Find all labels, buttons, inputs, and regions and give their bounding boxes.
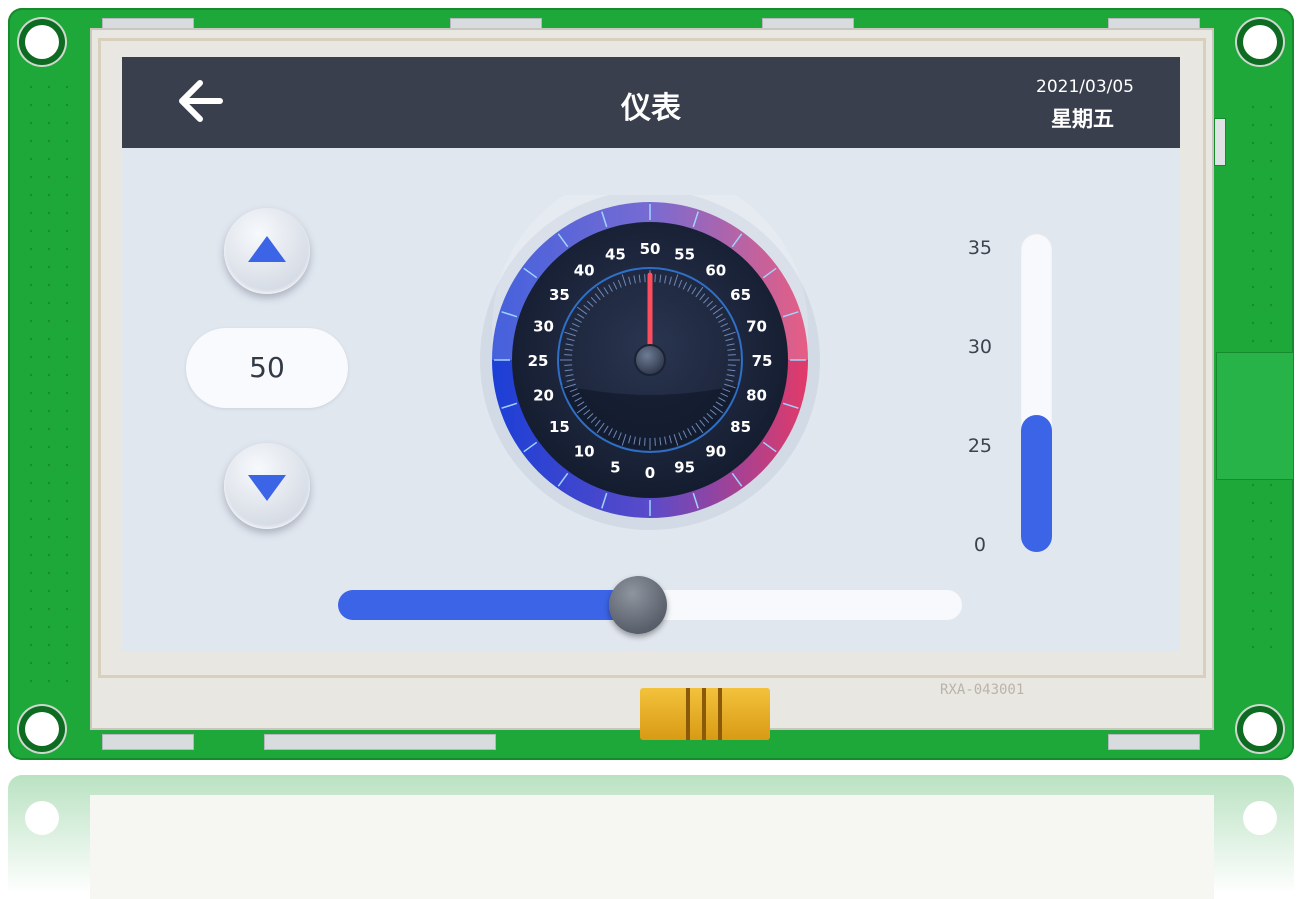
weekday-label: 星期五 bbox=[1051, 107, 1114, 131]
gauge-tick-label: 10 bbox=[574, 443, 595, 461]
silkscreen-label: RXA-043001 bbox=[940, 682, 1025, 698]
gauge-tick-label: 50 bbox=[640, 240, 661, 258]
gauge-tick-label: 35 bbox=[549, 286, 570, 304]
gauge-minor-tick bbox=[564, 364, 573, 366]
tank-scale-label: 35 bbox=[967, 237, 992, 259]
gauge-minor-tick bbox=[654, 437, 656, 446]
edge-connector bbox=[102, 734, 194, 750]
level-bar-fill bbox=[1021, 415, 1052, 552]
gauge-tick-label: 70 bbox=[746, 317, 767, 335]
pcb-vias bbox=[22, 78, 82, 698]
reflection-hole bbox=[25, 801, 59, 835]
level-bar bbox=[1021, 234, 1052, 552]
gauge-tick-label: 90 bbox=[705, 443, 726, 461]
gauge-tick-label: 20 bbox=[533, 387, 554, 405]
slider-knob[interactable] bbox=[609, 576, 667, 634]
side-connector bbox=[1214, 118, 1226, 166]
page-title: 仪表 bbox=[621, 91, 681, 126]
gauge-tick-label: 5 bbox=[610, 459, 620, 477]
gauge-tick-label: 95 bbox=[674, 459, 695, 477]
value-display: 50 bbox=[186, 328, 348, 408]
reflection-frame bbox=[90, 795, 1214, 899]
gauge-minor-tick bbox=[644, 437, 646, 446]
gauge-minor-tick bbox=[727, 364, 736, 366]
gauge-tick-label: 75 bbox=[752, 352, 773, 370]
mount-hole-bottom-left bbox=[25, 712, 59, 746]
triangle-down-icon bbox=[248, 475, 286, 501]
gauge-tick-label: 55 bbox=[674, 246, 695, 264]
gauge-tick-label: 25 bbox=[528, 352, 549, 370]
decrease-button[interactable] bbox=[224, 443, 310, 529]
gauge-tick-label: 40 bbox=[574, 261, 595, 279]
side-connector bbox=[1216, 352, 1294, 480]
mount-hole-top-right bbox=[1243, 25, 1277, 59]
slider-fill bbox=[338, 590, 638, 620]
mount-hole-bottom-right bbox=[1243, 712, 1277, 746]
gauge-tick-label: 60 bbox=[705, 261, 726, 279]
gauge-minor-tick bbox=[564, 354, 573, 356]
header-bar: 仪表 2021/03/05 星期五 bbox=[122, 57, 1180, 148]
gauge-tick-label: 65 bbox=[730, 286, 751, 304]
display-screen: 仪表 2021/03/05 星期五 50 0 5 10 15 20 25 30 … bbox=[122, 57, 1180, 651]
date-label: 2021/03/05 bbox=[1036, 77, 1134, 97]
gauge-tick-label: 85 bbox=[730, 418, 751, 436]
gauge-tick-label: 0 bbox=[645, 464, 655, 482]
edge-connector bbox=[264, 734, 496, 750]
gauge-minor-tick bbox=[654, 274, 656, 283]
reflection-hole bbox=[1243, 801, 1277, 835]
tank-scale-label: 0 bbox=[973, 534, 986, 556]
gauge-tick-label: 30 bbox=[533, 317, 554, 335]
gauge-tick-label: 15 bbox=[549, 418, 570, 436]
increase-button[interactable] bbox=[224, 208, 310, 294]
triangle-up-icon bbox=[248, 236, 286, 262]
gauge-minor-tick bbox=[727, 354, 736, 356]
gauge-hub bbox=[634, 344, 666, 376]
gauge-minor-tick bbox=[644, 274, 646, 283]
board-reflection bbox=[8, 775, 1294, 899]
tank-scale-label: 25 bbox=[967, 435, 992, 457]
gauge-tick-label: 80 bbox=[746, 387, 767, 405]
mount-hole-top-left bbox=[25, 25, 59, 59]
speedometer-gauge: 051015202530354045 50 556065707580859095 bbox=[480, 195, 820, 530]
flex-cable bbox=[640, 688, 770, 740]
edge-connector bbox=[1108, 734, 1200, 750]
gauge-tick-label: 45 bbox=[605, 246, 626, 264]
tank-scale-label: 30 bbox=[967, 336, 992, 358]
